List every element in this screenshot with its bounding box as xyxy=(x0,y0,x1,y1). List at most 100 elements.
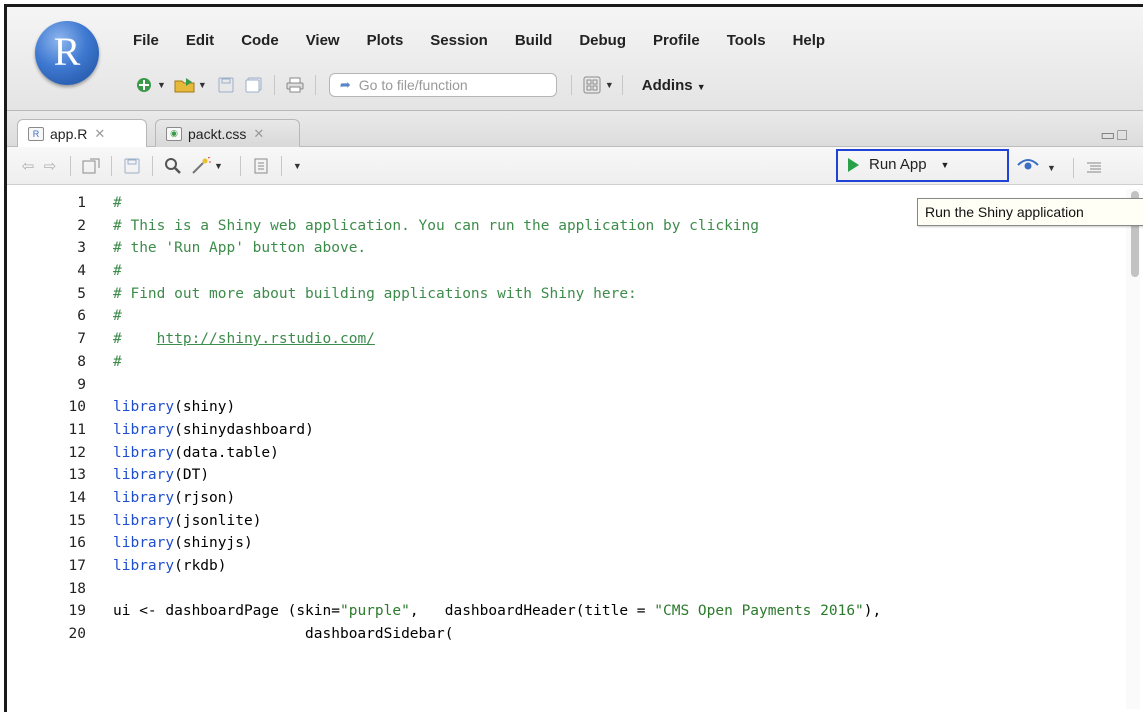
chevron-down-icon[interactable]: ▼ xyxy=(214,161,223,171)
code-argument: data.table xyxy=(182,444,271,461)
line-number: 3 xyxy=(77,240,86,257)
code-string: "purple" xyxy=(339,603,410,620)
line-number: 13 xyxy=(68,467,86,484)
code-argument: rkdb xyxy=(182,558,218,574)
publish-icon[interactable] xyxy=(1017,157,1039,178)
r-logo-icon: R xyxy=(35,21,99,85)
line-number: 7 xyxy=(77,331,86,348)
menu-debug[interactable]: Debug xyxy=(579,32,626,54)
menu-build[interactable]: Build xyxy=(515,32,553,54)
line-number: 10 xyxy=(68,399,86,416)
chevron-down-icon[interactable]: ▼ xyxy=(293,161,302,171)
line-source: ui <- dashboardPage (skin="purple", dash… xyxy=(113,600,881,623)
line-number: 2 xyxy=(77,217,86,234)
menu-code[interactable]: Code xyxy=(241,32,279,54)
code-function: library xyxy=(113,489,175,506)
line-number: 17 xyxy=(68,558,86,574)
save-all-icon[interactable] xyxy=(243,75,265,95)
code-line: 3 # the 'Run App' button above. xyxy=(7,237,881,260)
chevron-down-icon[interactable]: ▼ xyxy=(605,80,614,90)
chevron-down-icon[interactable]: ▼ xyxy=(941,160,950,170)
grid-layout-icon[interactable] xyxy=(581,75,603,95)
show-in-window-icon[interactable] xyxy=(80,156,102,176)
new-file-icon[interactable] xyxy=(133,75,155,95)
toolbar-divider xyxy=(239,156,241,176)
close-icon[interactable]: ✕ xyxy=(94,126,105,142)
minimize-icon[interactable]: ▭ xyxy=(1100,127,1117,144)
code-line: 20 dashboardSidebar( xyxy=(7,623,881,646)
toolbar-divider xyxy=(314,75,316,95)
line-number: 19 xyxy=(68,603,86,620)
code-text: , dashboardHeader(title = xyxy=(409,603,655,620)
pane-window-controls: ▭□ xyxy=(1100,125,1129,145)
code-line: 8 # xyxy=(7,351,881,374)
addins-menu[interactable]: Addins ▼ xyxy=(642,77,706,94)
menu-tools[interactable]: Tools xyxy=(727,32,766,54)
code-line: 17 library(rkdb) xyxy=(7,555,881,578)
menubar: File Edit Code View Plots Session Build … xyxy=(133,32,852,54)
tab-label: packt.css xyxy=(188,125,247,142)
code-line: 14 library(rjson) xyxy=(7,487,881,510)
open-folder-icon[interactable] xyxy=(174,75,196,95)
goto-file-input[interactable]: ➦ Go to file/function xyxy=(328,73,557,97)
code-line: 19 ui <- dashboardPage (skin="purple", da… xyxy=(7,600,882,623)
line-number: 14 xyxy=(68,489,86,506)
line-source: library(shinydashboard) xyxy=(113,421,314,438)
menu-help[interactable]: Help xyxy=(793,32,826,54)
line-number: 5 xyxy=(77,285,86,302)
magic-wand-icon[interactable] xyxy=(190,156,212,176)
tab-label: app.R xyxy=(50,125,88,142)
line-source: library(shinyjs) xyxy=(113,535,253,552)
menu-session[interactable]: Session xyxy=(430,32,488,54)
css-file-icon: ◉ xyxy=(166,126,182,141)
code-function: library xyxy=(113,535,175,552)
compile-report-icon[interactable] xyxy=(250,156,272,176)
menu-file[interactable]: File xyxy=(133,32,159,54)
code-argument: shinyjs xyxy=(182,535,244,552)
maximize-icon[interactable]: □ xyxy=(1117,127,1129,144)
line-source: # http://shiny.rstudio.com/ xyxy=(113,328,375,351)
code-text: ), xyxy=(863,603,882,620)
code-line: 10 library(shiny) xyxy=(7,396,881,419)
code-argument: DT xyxy=(182,467,201,484)
line-number: 16 xyxy=(68,535,86,552)
back-arrow-icon[interactable]: ⇦ xyxy=(17,156,39,176)
r-file-icon: R xyxy=(28,126,44,141)
line-source: library(shiny) xyxy=(113,399,236,416)
print-icon[interactable] xyxy=(284,75,306,95)
run-app-tooltip: Run the Shiny application xyxy=(917,198,1143,226)
close-icon[interactable]: ✕ xyxy=(253,126,264,142)
line-source: # xyxy=(113,260,122,283)
code-comment: # xyxy=(113,195,122,211)
line-source: library(jsonlite) xyxy=(113,512,262,529)
toolbar-divider xyxy=(70,156,71,176)
chevron-down-icon[interactable]: ▼ xyxy=(157,80,166,90)
line-source: dashboardSidebar( xyxy=(113,623,453,646)
chevron-down-icon[interactable]: ▼ xyxy=(1047,163,1056,173)
line-number: 6 xyxy=(77,308,86,325)
save-icon[interactable] xyxy=(215,75,237,95)
tab-packt-css[interactable]: ◉ packt.css ✕ xyxy=(155,119,300,147)
document-outline-icon[interactable] xyxy=(1083,158,1105,178)
code-function: library xyxy=(113,558,175,574)
code-line: 1 # xyxy=(7,192,881,215)
code-editor[interactable]: 1 # 2 # This is a Shiny web application. Yo… xyxy=(7,185,1143,712)
forward-arrow-icon[interactable]: ⇨ xyxy=(39,156,61,176)
run-app-button[interactable]: Run App ▼ xyxy=(848,156,949,173)
goto-arrow-icon: ➦ xyxy=(339,77,351,92)
menu-view[interactable]: View xyxy=(306,32,340,54)
line-number: 20 xyxy=(68,626,86,643)
addins-label: Addins xyxy=(641,76,693,94)
menu-plots[interactable]: Plots xyxy=(367,32,404,54)
toolbar-divider xyxy=(273,75,275,95)
top-chrome: R File Edit Code View Plots Session Buil… xyxy=(7,7,1143,111)
menu-edit[interactable]: Edit xyxy=(186,32,214,54)
menu-profile[interactable]: Profile xyxy=(653,32,700,54)
chevron-down-icon[interactable]: ▼ xyxy=(198,80,207,90)
line-source: # This is a Shiny web application. You c… xyxy=(113,215,759,238)
tab-app-r[interactable]: R app.R ✕ xyxy=(17,119,147,147)
line-number: 15 xyxy=(68,512,86,529)
save-icon[interactable] xyxy=(121,156,143,176)
line-source: library(data.table) xyxy=(113,444,279,461)
search-icon[interactable] xyxy=(162,156,184,176)
